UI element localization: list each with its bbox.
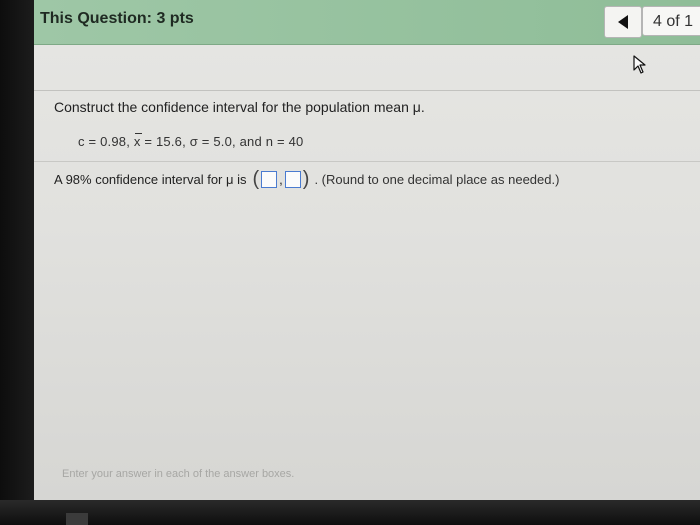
upper-bound-input[interactable] (284, 170, 301, 188)
monitor-bezel-bottom (0, 500, 700, 525)
question-screen: This Question: 3 pts 4 of 1 Construct th… (34, 0, 700, 500)
rounding-note: . (Round to one decimal place as needed.… (314, 171, 560, 187)
lower-bound-input[interactable] (261, 170, 278, 188)
answer-comma: , (279, 171, 283, 187)
page-counter[interactable]: 4 of 1 (642, 6, 700, 36)
given-values-rest: = 15.6, σ = 5.0, and n = 40 (140, 134, 304, 149)
given-xbar-symbol: x (133, 133, 142, 149)
divider (34, 161, 700, 162)
answer-hint: Enter your answer in each of the answer … (62, 468, 295, 480)
previous-question-button[interactable] (604, 6, 642, 38)
divider (34, 90, 700, 91)
given-values: c = 0.98, x = 15.6, σ = 5.0, and n = 40 (78, 133, 304, 149)
mouse-pointer-icon (633, 55, 646, 74)
left-triangle-icon (618, 15, 628, 29)
answer-prefix: A 98% confidence interval for μ is (54, 171, 247, 187)
question-title: This Question: 3 pts (40, 10, 194, 27)
open-paren: ( (252, 168, 260, 190)
given-c: c = 0.98, (78, 134, 131, 149)
close-paren: ) (302, 168, 310, 190)
taskbar-icon (66, 513, 88, 525)
monitor-bezel-left (0, 0, 34, 525)
question-header: This Question: 3 pts 4 of 1 (34, 0, 700, 45)
answer-line: A 98% confidence interval for μ is ( , )… (54, 168, 560, 190)
question-prompt: Construct the confidence interval for th… (54, 99, 425, 115)
